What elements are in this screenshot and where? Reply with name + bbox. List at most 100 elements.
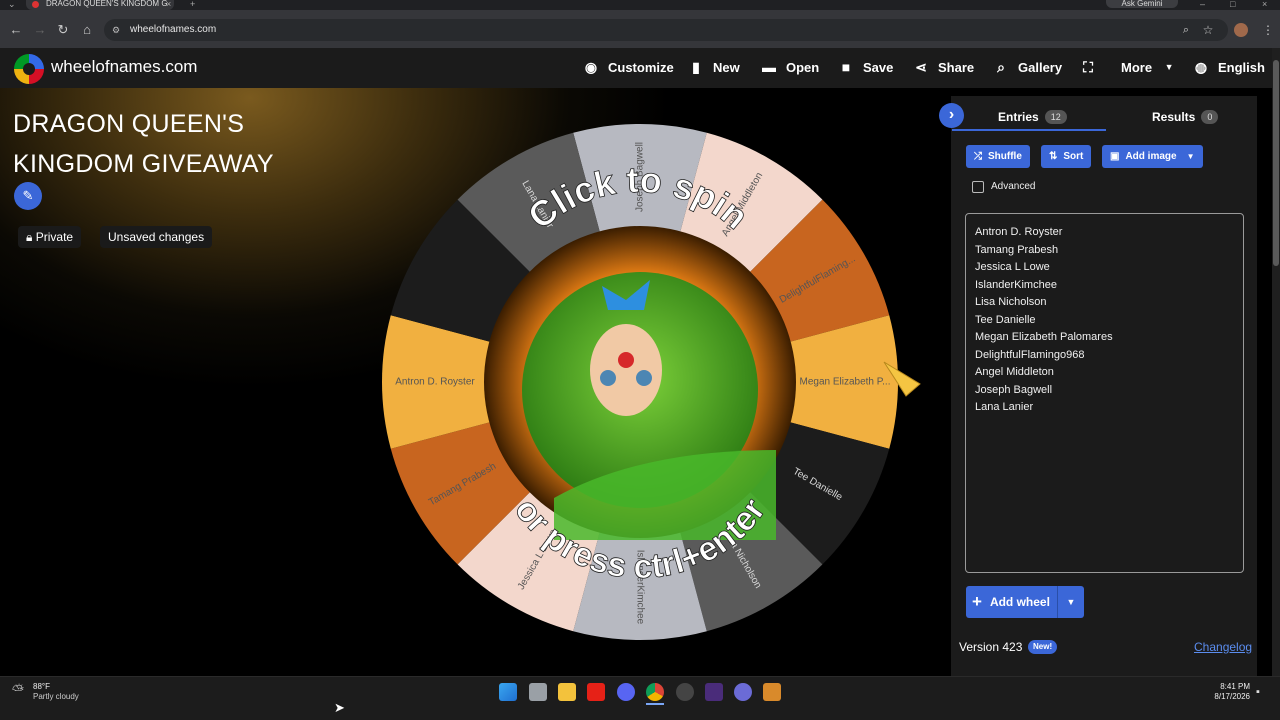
new-badge: New! (1028, 640, 1058, 654)
gallery-button[interactable]: ⌕ Gallery (993, 57, 1062, 77)
entry-line[interactable]: Lana Lanier (975, 399, 1234, 417)
open-button[interactable]: ▬ Open (761, 57, 819, 77)
clock-time[interactable]: 8:41 PM (1200, 682, 1250, 692)
back-icon[interactable]: ← (6, 20, 26, 40)
bookmark-star-icon[interactable]: ☆ (1198, 20, 1218, 40)
weather-icon[interactable]: ⛅︎ (12, 682, 24, 700)
sort-label: Sort (1063, 151, 1084, 162)
tab-entries-label: Entries (998, 110, 1039, 124)
entry-line[interactable]: Jessica L Lowe (975, 259, 1234, 277)
browser-tab[interactable]: DRAGON QUEEN'S KINGDOM G (26, 0, 174, 10)
folder-icon: ▬ (762, 59, 776, 75)
pencil-icon: ✎ (22, 188, 34, 203)
private-button[interactable]: 🔒︎ Private (18, 226, 82, 248)
site-info-icon[interactable]: ⚙ (112, 26, 120, 35)
collapse-panel-button[interactable]: › (939, 103, 964, 128)
weather-temperature[interactable]: 88°F (33, 682, 50, 692)
address-bar[interactable]: wheelofnames.com (104, 19, 1228, 41)
add-wheel-label: Add wheel (989, 595, 1050, 609)
shuffle-label: Shuffle (988, 151, 1022, 162)
share-button[interactable]: ⋖ Share (913, 57, 974, 77)
zoom-icon[interactable]: ⌕ (1176, 20, 1196, 40)
chevron-down-icon: ▼ (1164, 62, 1174, 72)
site-name[interactable]: wheelofnames.com (51, 56, 197, 78)
forward-icon[interactable]: → (30, 20, 50, 40)
obs-icon[interactable] (676, 683, 694, 701)
tab-close-icon[interactable]: × (166, 0, 171, 9)
edit-title-button[interactable]: ✎ (14, 182, 42, 210)
windows-start-icon[interactable] (499, 683, 517, 701)
sort-icon: ⇅ (1049, 151, 1058, 162)
open-label: Open (786, 59, 820, 75)
tab-results[interactable]: Results 0 (1152, 106, 1219, 128)
language-button[interactable]: ◍ English (1193, 57, 1265, 77)
hub-image-nose (618, 352, 634, 368)
save-button[interactable]: ■ Save (838, 57, 894, 77)
entry-line[interactable]: Megan Elizabeth Palomares (975, 329, 1234, 347)
youtube-icon[interactable] (587, 683, 605, 701)
entry-line[interactable]: DelightfulFlamingo968 (975, 347, 1234, 365)
advanced-checkbox[interactable] (972, 181, 984, 193)
fullscreen-button[interactable]: ⛶ (1080, 57, 1096, 77)
wheel-segment-label: Antron D. Royster (395, 377, 475, 388)
plus-icon: + (972, 592, 982, 611)
tab-list-icon[interactable]: ⌄ (8, 0, 16, 9)
new-file-icon: ▮ (692, 58, 700, 75)
entries-textarea[interactable]: Antron D. Royster Tamang Prabesh Jessica L… (965, 213, 1244, 573)
profile-avatar[interactable] (1234, 23, 1248, 37)
version-text: Version 423 (959, 640, 1023, 654)
file-explorer-icon[interactable] (558, 683, 576, 701)
entry-line[interactable]: Angel Middleton (975, 364, 1234, 382)
tab-results-label: Results (1152, 110, 1196, 124)
notification-icon[interactable]: ▪ (1256, 686, 1260, 698)
app-icon[interactable] (763, 683, 781, 701)
task-view-icon[interactable] (529, 683, 547, 701)
shuffle-icon: ⤮ (974, 151, 982, 162)
close-window-icon[interactable]: × (1262, 0, 1267, 9)
new-button[interactable]: ▮ New (688, 57, 740, 77)
unsaved-changes-button[interactable]: Unsaved changes (100, 226, 213, 248)
home-icon[interactable]: ⌂ (77, 20, 97, 40)
weather-description[interactable]: Partly cloudy (33, 692, 79, 702)
chrome-icon[interactable] (646, 683, 664, 701)
new-tab-icon[interactable]: + (190, 0, 195, 9)
changelog-link[interactable]: Changelog (1194, 640, 1252, 654)
clock-date[interactable]: 8/17/2026 (1200, 692, 1250, 702)
app-icon[interactable] (734, 683, 752, 701)
taskbar (0, 676, 1280, 720)
image-icon: ▣ (1110, 151, 1120, 162)
tab-entries[interactable]: Entries 12 (998, 106, 1067, 128)
url-text: wheelofnames.com (130, 24, 217, 35)
hub-image-eye (600, 370, 616, 386)
browser-menu-icon[interactable]: ⋮ (1258, 20, 1278, 40)
chevron-right-icon: › (948, 106, 955, 123)
entry-line[interactable]: Joseph Bagwell (975, 382, 1234, 400)
sort-button[interactable]: ⇅ Sort (1041, 145, 1092, 168)
hub-image-face (590, 324, 662, 416)
search-icon: ⌕ (997, 58, 1005, 75)
wheel-segment-label: Megan Elizabeth P... (800, 377, 891, 388)
entry-line[interactable]: Tamang Prabesh (975, 242, 1234, 260)
wheel[interactable]: Joseph Bagwell Angel MiddletonDelightfulF… (376, 120, 926, 644)
reload-icon[interactable]: ↻ (53, 20, 73, 40)
ask-gemini-button[interactable]: Ask Gemini (1106, 0, 1178, 8)
maximize-icon[interactable]: □ (1230, 0, 1235, 9)
shuffle-button[interactable]: ⤮ Shuffle (966, 145, 1030, 168)
minimize-icon[interactable]: – (1200, 0, 1205, 9)
lock-icon: 🔒︎ (26, 230, 33, 244)
more-button[interactable]: More ▼ (1121, 57, 1177, 77)
entry-line[interactable]: Antron D. Royster (975, 224, 1234, 242)
add-image-label: Add image (1125, 151, 1177, 162)
add-image-button[interactable]: ▣ Add image ▼ (1102, 145, 1203, 168)
entry-line[interactable]: Tee Danielle (975, 312, 1234, 330)
scrollbar-thumb[interactable] (1273, 60, 1279, 266)
app-icon[interactable] (705, 683, 723, 701)
discord-icon[interactable] (617, 683, 635, 701)
customize-button[interactable]: ◉ Customize (583, 57, 674, 77)
page-title: DRAGON QUEEN'S KINGDOM GIVEAWAY (13, 110, 274, 178)
entries-count-badge: 12 (1044, 110, 1067, 124)
add-wheel-dropdown-icon[interactable]: ▼ (1058, 594, 1084, 610)
entry-line[interactable]: IslanderKimchee (975, 277, 1234, 295)
tab-title: DRAGON QUEEN'S KINGDOM G (46, 0, 168, 8)
entry-line[interactable]: Lisa Nicholson (975, 294, 1234, 312)
